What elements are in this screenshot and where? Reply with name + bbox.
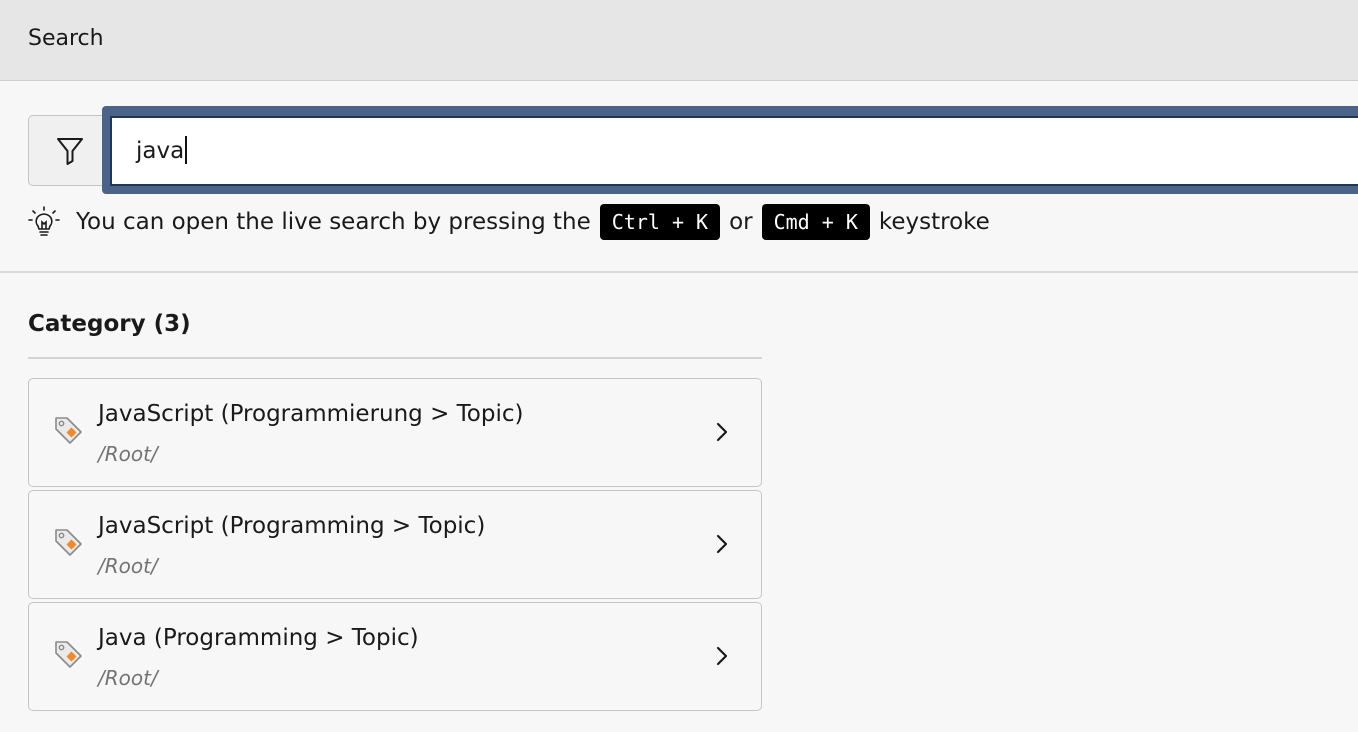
kbd-cmd-k: Cmd + K — [761, 204, 870, 240]
category-tag-icon — [53, 639, 83, 673]
hint-text-or: or — [729, 209, 753, 235]
search-input[interactable]: java — [110, 116, 1358, 186]
hint-text-after: keystroke — [878, 209, 990, 235]
result-title: JavaScript (Programming > Topic) — [98, 513, 486, 539]
chevron-right-icon — [715, 645, 729, 671]
chevron-right-icon — [715, 533, 729, 559]
module-header: Search — [0, 0, 1358, 81]
filter-button[interactable] — [28, 115, 110, 186]
hint-text-before: You can open the live search by pressing… — [76, 209, 591, 235]
category-tag-icon — [53, 527, 83, 561]
lightbulb-icon — [28, 206, 60, 238]
section-divider — [0, 271, 1358, 273]
kbd-ctrl-k: Ctrl + K — [599, 204, 721, 240]
chevron-right-icon — [715, 421, 729, 447]
category-results: JavaScript (Programmierung > Topic) /Roo… — [28, 378, 762, 714]
result-item[interactable]: Java (Programming > Topic) /Root/ — [28, 602, 762, 711]
page-title: Search — [28, 26, 104, 51]
text-caret — [185, 135, 188, 164]
result-title: JavaScript (Programmierung > Topic) — [98, 401, 524, 427]
search-input-value: java — [136, 138, 185, 164]
result-item[interactable]: JavaScript (Programming > Topic) /Root/ — [28, 490, 762, 599]
result-path: /Root/ — [98, 442, 158, 466]
keystroke-hint: You can open the live search by pressing… — [28, 203, 990, 241]
result-title: Java (Programming > Topic) — [98, 625, 419, 651]
filter-icon — [56, 137, 83, 165]
category-tag-icon — [53, 415, 83, 449]
result-item[interactable]: JavaScript (Programmierung > Topic) /Roo… — [28, 378, 762, 487]
result-path: /Root/ — [98, 666, 158, 690]
result-path: /Root/ — [98, 554, 158, 578]
category-heading: Category (3) — [28, 311, 191, 337]
category-rule — [28, 357, 762, 359]
